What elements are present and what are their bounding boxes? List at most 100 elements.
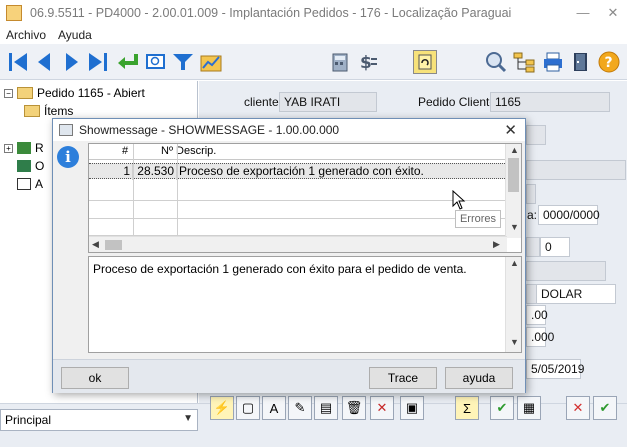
side-field-3[interactable] bbox=[526, 184, 536, 204]
pedido-cliente-label: Pedido Cliente: bbox=[418, 95, 500, 109]
pedido-cliente-field[interactable]: 1165 bbox=[490, 92, 610, 112]
side-field[interactable] bbox=[526, 125, 546, 145]
print-icon[interactable] bbox=[541, 50, 565, 74]
document-icon bbox=[17, 178, 31, 190]
previous-record-icon[interactable] bbox=[32, 50, 56, 74]
side-field-4[interactable] bbox=[526, 237, 540, 257]
grid-row-line bbox=[89, 200, 505, 201]
tree-root-node[interactable]: − Pedido 1165 - Abiert bbox=[4, 86, 145, 100]
side-field-2[interactable] bbox=[526, 160, 626, 180]
row-code: 28.530 bbox=[133, 164, 177, 180]
date-field[interactable]: 5/05/2019 bbox=[526, 359, 584, 379]
value-field-1[interactable]: .00 bbox=[526, 305, 548, 325]
scroll-left-icon[interactable]: ◀ bbox=[92, 239, 99, 250]
tree-node-a[interactable]: A bbox=[17, 177, 43, 191]
calculator-icon[interactable] bbox=[329, 50, 353, 74]
chart-icon[interactable] bbox=[199, 50, 223, 74]
currency-icon[interactable]: $ bbox=[356, 50, 380, 74]
dialog-title-bar: Showmessage - SHOWMESSAGE - 1.00.00.000 … bbox=[53, 119, 525, 141]
next-record-icon[interactable] bbox=[60, 50, 84, 74]
message-detail-box[interactable]: Proceso de exportación 1 generado con éx… bbox=[88, 256, 522, 353]
chevron-down-icon: ▼ bbox=[183, 413, 193, 424]
showmessage-dialog: Showmessage - SHOWMESSAGE - 1.00.00.000 … bbox=[52, 118, 526, 393]
scroll-up-icon[interactable]: ▲ bbox=[510, 145, 519, 155]
report-icon[interactable]: ▦ bbox=[517, 396, 541, 420]
grid-horizontal-scrollbar[interactable]: ◀ ▶ bbox=[89, 236, 507, 252]
tree-root-label: Pedido 1165 - Abiert bbox=[37, 86, 145, 100]
value-field-2[interactable]: .000 bbox=[526, 327, 554, 347]
folder-icon bbox=[17, 87, 33, 99]
accept-icon[interactable]: ✔ bbox=[593, 396, 617, 420]
grid-vertical-scrollbar[interactable]: ▲ ▼ bbox=[505, 144, 521, 238]
tree-node-label: A bbox=[35, 177, 44, 191]
sum-icon[interactable]: Σ bbox=[455, 396, 479, 420]
preview-icon[interactable] bbox=[144, 50, 168, 74]
last-record-icon[interactable] bbox=[86, 50, 110, 74]
window-title-bar: 06.9.5511 - PD4000 - 2.00.01.009 - Impla… bbox=[0, 0, 627, 25]
forklift-icon[interactable]: ▣ bbox=[400, 396, 424, 420]
tree-node-label: R bbox=[35, 141, 44, 155]
dialog-title: Showmessage - SHOWMESSAGE - 1.00.00.000 bbox=[79, 123, 340, 137]
view-select[interactable]: Principal ▼ bbox=[0, 409, 198, 431]
delete-icon[interactable]: 🗑 bbox=[342, 396, 366, 420]
dialog-footer: ok Trace ayuda bbox=[53, 359, 525, 393]
grid-divider bbox=[177, 144, 178, 238]
people-icon bbox=[17, 142, 31, 154]
memo-scrollbar[interactable]: ▲ ▼ bbox=[505, 257, 521, 352]
filter-icon[interactable] bbox=[171, 50, 195, 74]
trace-button[interactable]: Trace bbox=[369, 367, 437, 389]
menu-archivo[interactable]: Archivo bbox=[0, 28, 52, 42]
search-icon[interactable] bbox=[484, 50, 508, 74]
help-button[interactable]: ayuda bbox=[445, 367, 513, 389]
menu-ayuda[interactable]: Ayuda bbox=[52, 28, 98, 42]
first-record-icon[interactable] bbox=[6, 50, 30, 74]
scroll-down-icon[interactable]: ▼ bbox=[510, 337, 519, 347]
main-toolbar: $ ? bbox=[0, 44, 627, 80]
tree-node-r[interactable]: + R bbox=[4, 141, 44, 155]
scroll-up-icon[interactable]: ▲ bbox=[510, 258, 519, 268]
tools-icon[interactable]: ▤ bbox=[314, 396, 338, 420]
tree-child-label: Ítems bbox=[44, 104, 74, 118]
zero-field[interactable]: 0 bbox=[540, 237, 570, 257]
reject-icon[interactable]: ✕ bbox=[566, 396, 590, 420]
collapse-icon[interactable]: − bbox=[4, 88, 13, 98]
cancel-document-icon[interactable]: ✕ bbox=[370, 396, 394, 420]
scroll-thumb[interactable] bbox=[508, 158, 519, 192]
fecha-field[interactable]: 0000/0000 bbox=[538, 205, 600, 225]
scroll-down-icon[interactable]: ▼ bbox=[510, 222, 519, 232]
svg-text:?: ? bbox=[605, 55, 613, 71]
new-document-icon[interactable]: ▢ bbox=[236, 396, 260, 420]
dialog-close-button[interactable]: ✕ bbox=[504, 121, 517, 139]
edit-icon[interactable]: ✎ bbox=[288, 396, 312, 420]
exit-door-icon[interactable] bbox=[569, 50, 593, 74]
return-arrow-icon[interactable] bbox=[116, 50, 140, 74]
text-format-icon[interactable]: A bbox=[262, 396, 286, 420]
minimize-button[interactable]: — bbox=[567, 0, 599, 25]
node-icon bbox=[17, 160, 31, 172]
side-field-5[interactable] bbox=[526, 261, 606, 281]
expand-icon[interactable]: + bbox=[4, 143, 13, 153]
row-description: Proceso de exportación 1 generado con éx… bbox=[179, 164, 424, 178]
scroll-right-icon[interactable]: ▶ bbox=[493, 239, 500, 250]
tree-node-o[interactable]: O bbox=[17, 159, 44, 173]
cliente-label: cliente: bbox=[244, 95, 283, 109]
document-refresh-icon[interactable] bbox=[413, 50, 437, 74]
table-row[interactable]: 1 28.530 Proceso de exportación 1 genera… bbox=[89, 163, 505, 180]
scroll-thumb[interactable] bbox=[105, 240, 122, 250]
execute-icon[interactable]: ⚡ bbox=[210, 396, 234, 420]
close-window-button[interactable]: ✕ bbox=[599, 0, 627, 25]
window-controls: — ✕ bbox=[567, 0, 627, 25]
ok-button[interactable]: ok bbox=[61, 367, 129, 389]
info-column: i bbox=[53, 141, 83, 363]
col-descrip: Nº Descrip. bbox=[161, 145, 217, 157]
tree-child-node[interactable]: Ítems bbox=[24, 104, 73, 118]
confirm-icon[interactable]: ✔ bbox=[490, 396, 514, 420]
svg-text:$: $ bbox=[360, 53, 372, 72]
cliente-field[interactable]: YAB IRATI bbox=[279, 92, 377, 112]
folder-icon bbox=[24, 105, 40, 117]
moneda-field[interactable]: DOLAR bbox=[536, 284, 616, 304]
row-number: 1 bbox=[89, 164, 133, 180]
tree-structure-icon[interactable] bbox=[512, 50, 536, 74]
help-icon[interactable]: ? bbox=[597, 50, 621, 74]
menu-bar: Archivo Ayuda bbox=[0, 25, 627, 44]
